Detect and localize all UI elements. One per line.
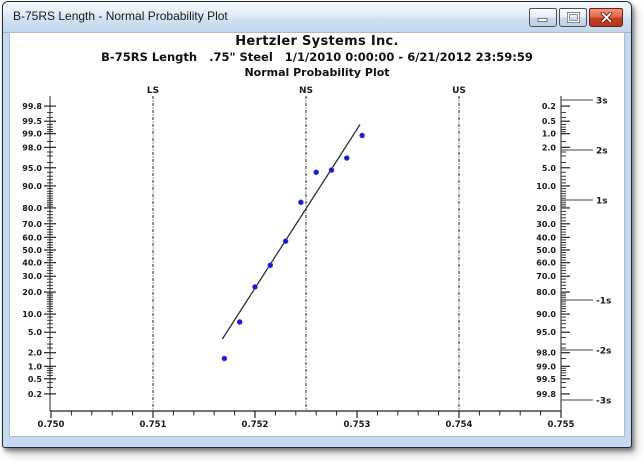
data-point[interactable] [329,168,334,173]
window-controls [529,8,623,27]
data-point[interactable] [298,200,303,205]
data-point[interactable] [360,133,365,138]
chart-panel: Hertzler Systems Inc. B-75RS Length .75"… [9,32,625,437]
maximize-button[interactable] [559,8,587,27]
data-point[interactable] [314,170,319,175]
app-window: B-75RS Length - Normal Probability Plot … [2,1,632,448]
minimize-icon [537,13,549,23]
close-icon [600,12,613,23]
maximize-icon [567,12,580,23]
data-point[interactable] [283,239,288,244]
chart-title: Hertzler Systems Inc. [10,34,624,49]
window-title: B-75RS Length - Normal Probability Plot [13,9,228,23]
chart-subtitle: B-75RS Length .75" Steel 1/1/2010 0:00:0… [10,50,624,64]
data-point[interactable] [344,156,349,161]
data-point[interactable] [268,263,273,268]
chart-type-label: Normal Probability Plot [10,66,624,79]
close-button[interactable] [589,8,623,27]
data-point[interactable] [222,356,227,361]
data-point[interactable] [253,284,258,289]
data-point[interactable] [237,319,242,324]
chart-header: Hertzler Systems Inc. B-75RS Length .75"… [10,34,624,79]
minimize-button[interactable] [529,8,557,27]
